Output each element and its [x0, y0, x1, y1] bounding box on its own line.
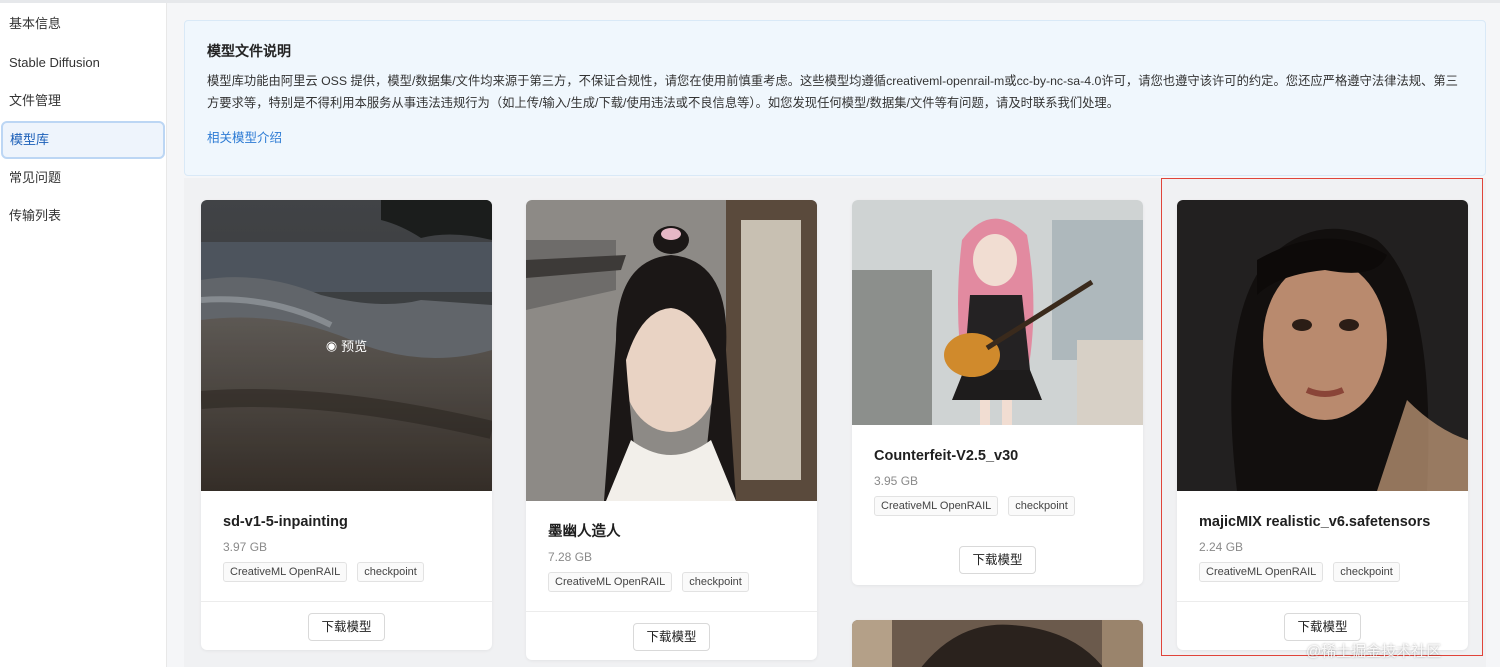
portrait-image	[526, 200, 817, 501]
model-size: 3.95 GB	[874, 474, 919, 488]
main-content: 模型文件说明 模型库功能由阿里云 OSS 提供，模型/数据集/文件均来源于第三方…	[167, 3, 1500, 667]
download-model-button[interactable]: 下载模型	[633, 623, 710, 651]
model-size: 2.24 GB	[1199, 540, 1244, 554]
model-thumbnail[interactable]	[1177, 200, 1468, 491]
watermark: @稀土掘金技术社区	[1306, 643, 1442, 660]
sidebar-item-model-library[interactable]: 模型库	[1, 121, 165, 159]
card-body: majicMIX realistic_v6.safetensors 2.24 G…	[1177, 512, 1468, 582]
type-tag: checkpoint	[1333, 562, 1400, 582]
card-body: 墨幽人造人 7.28 GB CreativeML OpenRAIL checkp…	[526, 522, 817, 592]
model-thumbnail[interactable]: ◉ 预览	[201, 200, 492, 491]
download-model-button[interactable]: 下载模型	[959, 546, 1036, 574]
notice-text: 模型库功能由阿里云 OSS 提供，模型/数据集/文件均来源于第三方，不保证合规性…	[207, 74, 1458, 110]
license-tag: CreativeML OpenRAIL	[548, 572, 673, 592]
model-title: Counterfeit-V2.5_v30	[874, 448, 1019, 464]
anime-guitar-image	[852, 200, 1143, 425]
download-model-button[interactable]: 下载模型	[1284, 613, 1361, 641]
card-body: Counterfeit-V2.5_v30 3.95 GB CreativeML …	[852, 446, 1143, 516]
sidebar-item-faq[interactable]: 常见问题	[0, 159, 165, 197]
model-size: 7.28 GB	[548, 550, 593, 564]
model-card[interactable]	[852, 620, 1143, 667]
model-card[interactable]: 墨幽人造人 7.28 GB CreativeML OpenRAIL checkp…	[526, 200, 817, 660]
license-tag: CreativeML OpenRAIL	[223, 562, 348, 582]
model-thumbnail[interactable]	[526, 200, 817, 501]
model-thumbnail[interactable]	[852, 200, 1143, 425]
model-title: sd-v1-5-inpainting	[223, 514, 348, 530]
license-tag: CreativeML OpenRAIL	[1199, 562, 1324, 582]
model-card[interactable]: Counterfeit-V2.5_v30 3.95 GB CreativeML …	[852, 200, 1143, 585]
model-thumbnail[interactable]	[852, 620, 1143, 667]
model-card[interactable]: ◉ 预览 sd-v1-5-inpainting 3.97 GB Creative…	[201, 200, 492, 650]
card-divider	[201, 601, 492, 602]
download-model-button[interactable]: 下载模型	[308, 613, 385, 641]
eye-icon: ◉	[325, 337, 338, 353]
model-title: majicMIX realistic_v6.safetensors	[1199, 514, 1431, 530]
sidebar-item-file-management[interactable]: 文件管理	[0, 82, 165, 120]
sidebar-item-stable-diffusion[interactable]: Stable Diffusion	[0, 44, 165, 82]
tag-list: CreativeML OpenRAIL checkpoint	[548, 572, 817, 592]
portrait-image	[1177, 200, 1468, 491]
tag-list: CreativeML OpenRAIL checkpoint	[223, 562, 492, 582]
type-tag: checkpoint	[682, 572, 749, 592]
model-title: 墨幽人造人	[548, 524, 621, 540]
card-divider	[1177, 601, 1468, 602]
notice-panel: 模型文件说明 模型库功能由阿里云 OSS 提供，模型/数据集/文件均来源于第三方…	[184, 20, 1486, 176]
sidebar-item-transfer-list[interactable]: 传输列表	[0, 197, 165, 235]
sidebar: 基本信息 Stable Diffusion 文件管理 模型库 常见问题 传输列表	[0, 3, 167, 667]
model-card[interactable]: majicMIX realistic_v6.safetensors 2.24 G…	[1177, 200, 1468, 650]
notice-title: 模型文件说明	[207, 43, 291, 59]
type-tag: checkpoint	[1008, 496, 1075, 516]
card-body: sd-v1-5-inpainting 3.97 GB CreativeML Op…	[201, 512, 492, 582]
model-size: 3.97 GB	[223, 540, 268, 554]
tag-list: CreativeML OpenRAIL checkpoint	[1199, 562, 1468, 582]
preview-overlay[interactable]: ◉ 预览	[201, 200, 492, 491]
license-tag: CreativeML OpenRAIL	[874, 496, 999, 516]
tag-list: CreativeML OpenRAIL checkpoint	[874, 496, 1143, 516]
sidebar-item-basic-info[interactable]: 基本信息	[0, 5, 165, 43]
card-divider	[526, 611, 817, 612]
type-tag: checkpoint	[357, 562, 424, 582]
preview-label: 预览	[341, 339, 368, 354]
related-models-link[interactable]: 相关模型介绍	[207, 127, 282, 146]
